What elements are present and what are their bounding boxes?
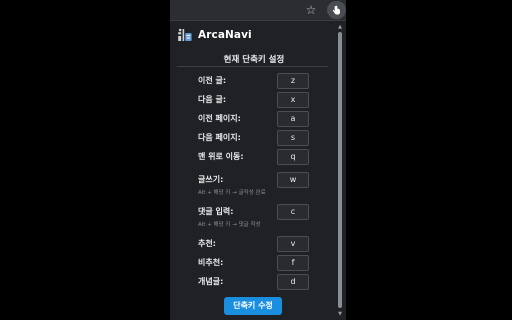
section-divider [177, 66, 328, 67]
shortcut-key-write-post[interactable] [277, 172, 309, 188]
shortcut-key-next-post[interactable] [277, 92, 309, 108]
shortcut-label-next-page: 다음 페이지: [198, 133, 241, 142]
extension-popup: ArcaNavi 현재 단축키 설정 이전 글: 다음 글: 이전 페이지: 다… [170, 21, 346, 320]
extension-button[interactable] [327, 1, 346, 19]
shortcut-hint-comment: Alt + 해당 키 → 댓글 작성 [198, 222, 261, 228]
bookmark-star-icon[interactable]: ☆ [304, 3, 318, 17]
app-title: ArcaNavi [198, 29, 252, 41]
shortcut-label-upvote: 추천: [198, 239, 216, 248]
shortcut-key-prev-post[interactable] [277, 73, 309, 89]
shortcut-label-best-posts: 개념글: [198, 277, 224, 286]
shortcut-label-write-post: 글쓰기: [198, 175, 224, 184]
shortcut-key-comment[interactable] [277, 204, 309, 220]
shortcut-label-prev-page: 이전 페이지: [198, 114, 241, 123]
popup-header: ArcaNavi [177, 27, 252, 43]
scrollbar[interactable]: ▲ ▼ [337, 24, 343, 317]
shortcut-label-prev-post: 이전 글: [198, 76, 227, 85]
shortcut-key-scroll-top[interactable] [277, 149, 309, 165]
shortcut-label-next-post: 다음 글: [198, 95, 227, 104]
arcanavi-logo-icon [177, 27, 193, 43]
shortcut-label-comment: 댓글 입력: [198, 207, 234, 216]
browser-toolbar [170, 0, 346, 21]
scroll-up-arrow-icon[interactable]: ▲ [337, 24, 343, 30]
shortcut-key-prev-page[interactable] [277, 111, 309, 127]
shortcut-key-upvote[interactable] [277, 236, 309, 252]
shortcut-key-best-posts[interactable] [277, 274, 309, 290]
shortcut-key-downvote[interactable] [277, 255, 309, 271]
shortcut-key-next-page[interactable] [277, 130, 309, 146]
shortcut-hint-write-post: Alt + 해당 키 → 글작성 완료 [198, 190, 266, 196]
hand-pointer-icon [332, 5, 340, 14]
shortcut-label-scroll-top: 맨 위로 이동: [198, 152, 244, 161]
section-title: 현재 단축키 설정 [223, 55, 285, 65]
scrollbar-thumb[interactable] [338, 32, 342, 308]
scroll-down-arrow-icon[interactable]: ▼ [337, 311, 343, 317]
edit-shortcuts-button[interactable]: 단축키 수정 [224, 297, 282, 315]
shortcut-label-downvote: 비추천: [198, 258, 224, 267]
